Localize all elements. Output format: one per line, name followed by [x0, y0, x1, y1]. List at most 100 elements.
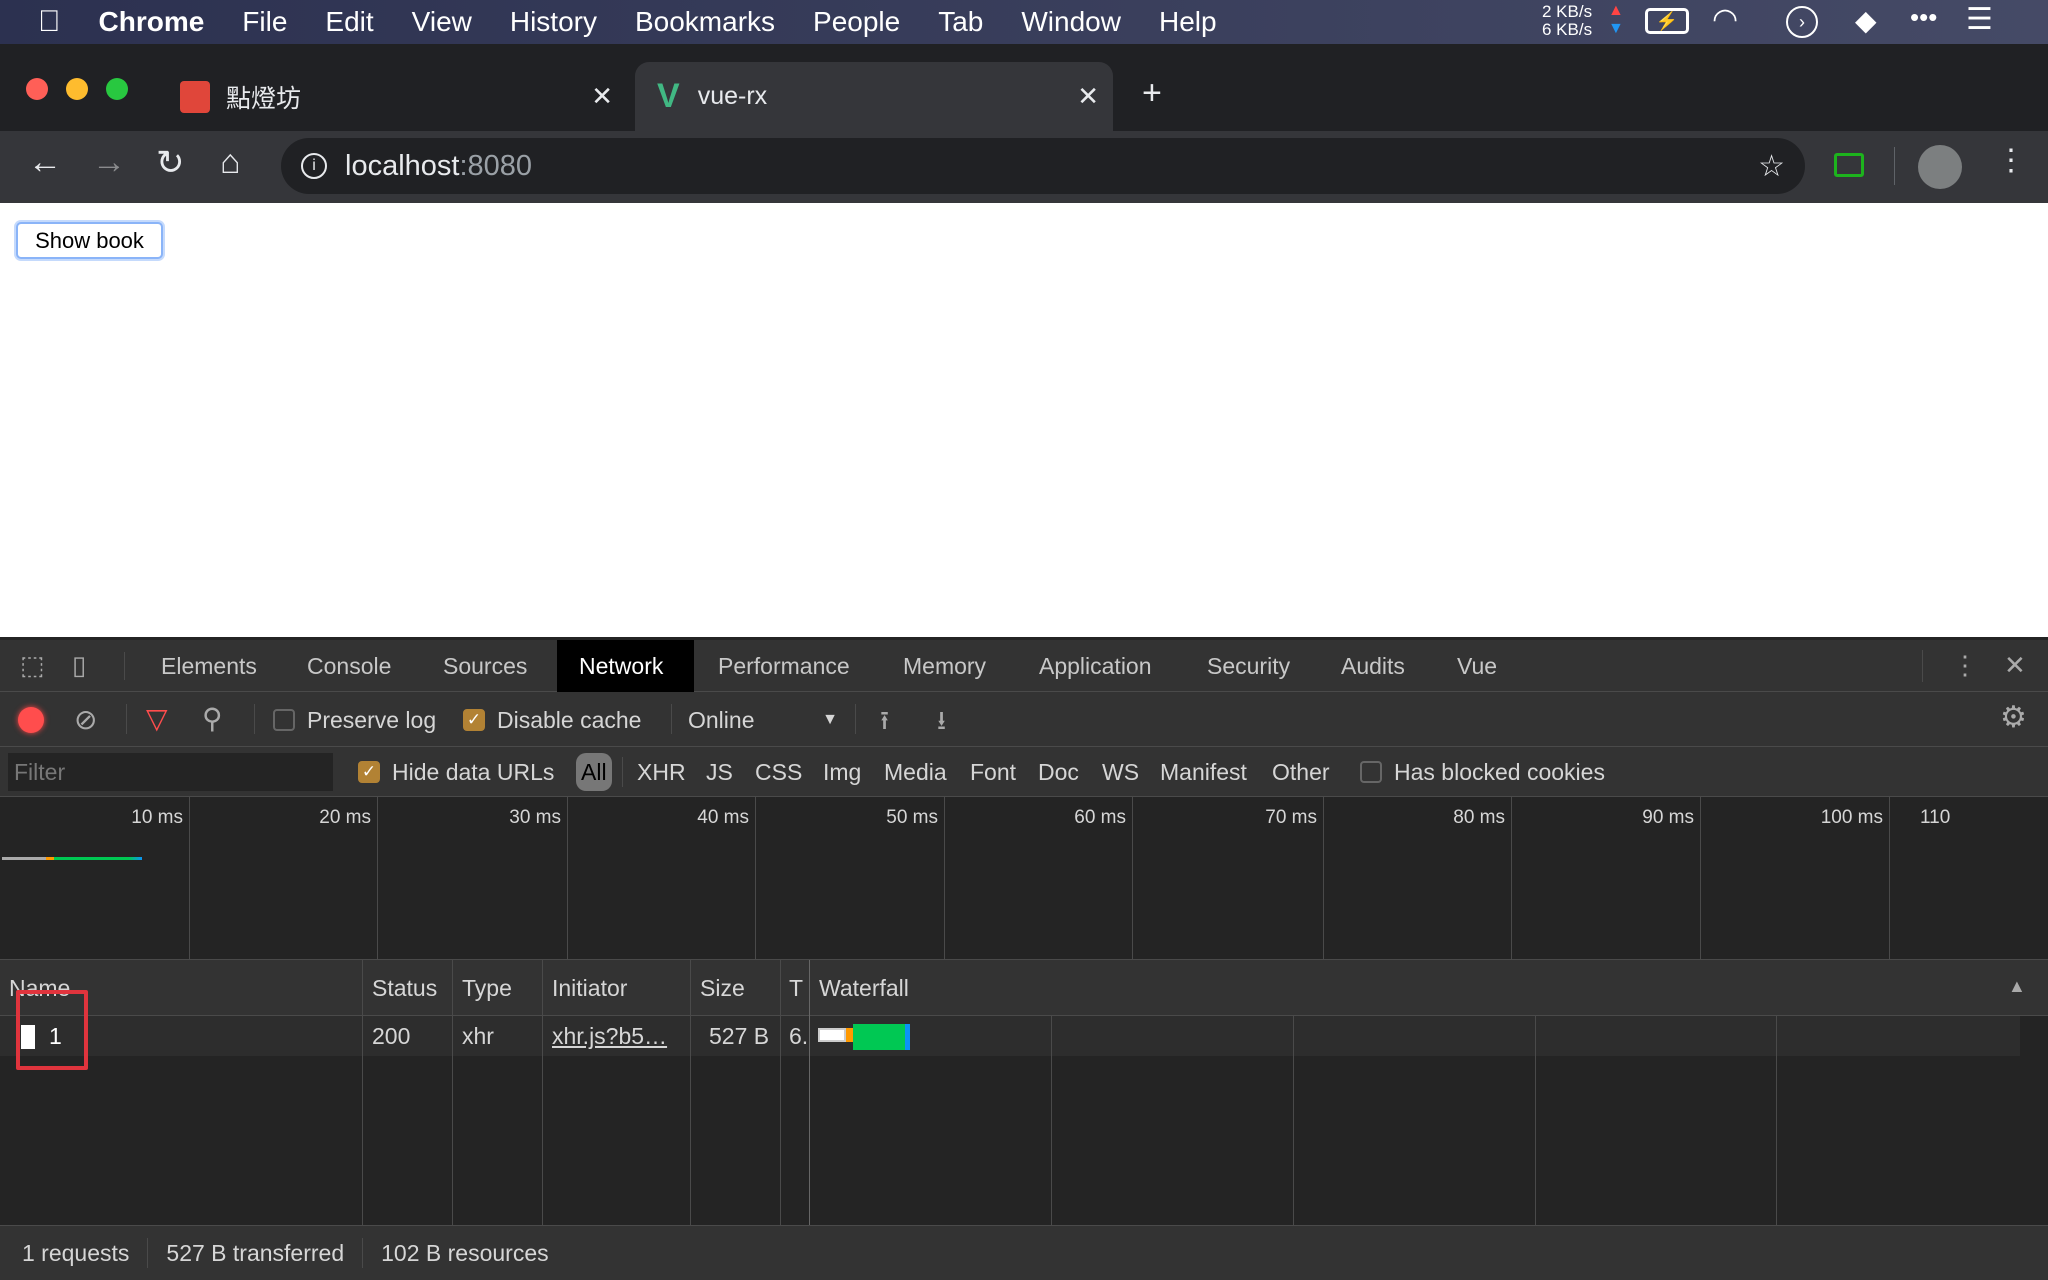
highlight-annotation-box	[16, 990, 88, 1070]
new-tab-button[interactable]: +	[1142, 74, 1162, 113]
network-speed: 2 KB/s 6 KB/s	[1542, 3, 1592, 39]
more-dots-icon[interactable]: •••	[1910, 2, 1937, 33]
close-tab-icon[interactable]: ✕	[1077, 81, 1099, 112]
col-initiator[interactable]: Initiator	[543, 960, 627, 1016]
maximize-window-button[interactable]	[106, 78, 128, 100]
tab-network[interactable]: Network	[557, 640, 694, 692]
clear-icon[interactable]: ⊘	[74, 703, 97, 736]
col-waterfall[interactable]: Waterfall	[810, 960, 909, 1016]
filter-type-other[interactable]: Other	[1272, 747, 1330, 797]
tab-performance[interactable]: Performance	[696, 640, 872, 692]
tick-label: 50 ms	[886, 807, 938, 828]
tick-label: 80 ms	[1453, 807, 1505, 828]
has-blocked-cookies-box[interactable]	[1360, 761, 1382, 783]
close-tab-icon[interactable]: ✕	[591, 81, 613, 112]
tick-label: 70 ms	[1265, 807, 1317, 828]
preserve-log-label: Preserve log	[307, 706, 437, 733]
inspect-element-icon[interactable]: ⬚	[20, 650, 45, 681]
settings-gear-icon[interactable]: ⚙	[2000, 700, 2027, 735]
col-type[interactable]: Type	[453, 960, 512, 1016]
tick-label: 90 ms	[1642, 807, 1694, 828]
apple-icon[interactable]: 	[38, 5, 61, 39]
chrome-menu-icon[interactable]: ⋮	[1996, 143, 2026, 178]
tab-sources[interactable]: Sources	[421, 640, 549, 692]
tab-memory[interactable]: Memory	[881, 640, 1008, 692]
filter-input[interactable]: Filter	[8, 753, 333, 791]
notification-list-icon[interactable]: ☰	[1966, 2, 1993, 37]
tick-label: 20 ms	[319, 807, 371, 828]
menu-help[interactable]: Help	[1159, 6, 1217, 38]
tab-vue-rx[interactable]: V vue-rx ✕	[635, 62, 1113, 131]
app-status-icon[interactable]: ◆	[1855, 4, 1877, 37]
menu-tab[interactable]: Tab	[938, 6, 983, 38]
disable-cache-box[interactable]: ✓	[463, 709, 485, 731]
menu-bookmarks[interactable]: Bookmarks	[635, 6, 775, 38]
filter-type-all[interactable]: All	[576, 753, 612, 791]
menu-file[interactable]: File	[242, 6, 287, 38]
row-initiator-link[interactable]: xhr.js?b5…	[543, 1017, 667, 1056]
filter-type-img[interactable]: Img	[823, 747, 861, 797]
tab-application[interactable]: Application	[1017, 640, 1174, 692]
minimize-window-button[interactable]	[66, 78, 88, 100]
preserve-log-checkbox[interactable]: Preserve log	[273, 695, 436, 745]
record-button[interactable]	[18, 707, 44, 733]
col-status[interactable]: Status	[363, 960, 437, 1016]
menu-chrome[interactable]: Chrome	[99, 6, 205, 38]
battery-icon[interactable]: ⚡	[1645, 8, 1689, 34]
show-book-button[interactable]: Show book	[16, 222, 163, 259]
status-circle-icon[interactable]: ›	[1786, 6, 1818, 38]
throttling-select[interactable]: Online ▼	[688, 695, 838, 745]
resources-size: 102 B resources	[381, 1239, 549, 1266]
filter-type-js[interactable]: JS	[706, 747, 733, 797]
close-window-button[interactable]	[26, 78, 48, 100]
filter-type-ws[interactable]: WS	[1102, 747, 1139, 797]
filter-type-manifest[interactable]: Manifest	[1160, 747, 1247, 797]
wifi-icon[interactable]: ◠	[1712, 2, 1738, 37]
dropdown-arrow-icon: ▼	[822, 711, 838, 728]
waterfall-waiting-bar	[853, 1024, 905, 1050]
devtools-menu-icon[interactable]: ⋮	[1952, 650, 1978, 681]
home-icon[interactable]: ⌂	[220, 143, 241, 182]
tab-console[interactable]: Console	[285, 640, 413, 692]
network-overview[interactable]: 10 ms 20 ms 30 ms 40 ms 50 ms 60 ms 70 m…	[0, 797, 2048, 960]
filter-type-css[interactable]: CSS	[755, 747, 802, 797]
filter-type-xhr[interactable]: XHR	[637, 747, 686, 797]
device-toolbar-icon[interactable]: ▯	[72, 650, 86, 681]
tab-vue[interactable]: Vue	[1435, 640, 1519, 692]
hide-data-urls-checkbox[interactable]: ✓ Hide data URLs	[358, 747, 554, 797]
disable-cache-checkbox[interactable]: ✓ Disable cache	[463, 695, 641, 745]
address-bar[interactable]: i localhost:8080 ☆	[281, 138, 1805, 194]
filter-type-media[interactable]: Media	[884, 747, 947, 797]
sort-ascending-icon[interactable]: ▲	[2008, 976, 2026, 997]
tab-security[interactable]: Security	[1185, 640, 1312, 692]
menu-history[interactable]: History	[510, 6, 597, 38]
tab-dianaden[interactable]: 點燈坊 ✕	[170, 62, 627, 131]
has-blocked-cookies-checkbox[interactable]: Has blocked cookies	[1360, 747, 1605, 797]
forward-icon[interactable]: →	[92, 143, 126, 182]
back-icon[interactable]: ←	[28, 143, 62, 182]
export-har-icon[interactable]: ⭳	[937, 702, 946, 746]
filter-icon[interactable]: ▽	[146, 702, 168, 735]
col-time[interactable]: T	[781, 960, 803, 1016]
reload-icon[interactable]: ↻	[156, 143, 185, 183]
menu-edit[interactable]: Edit	[325, 6, 373, 38]
extension-tv-icon[interactable]	[1834, 153, 1864, 177]
hide-data-urls-box[interactable]: ✓	[358, 761, 380, 783]
import-har-icon[interactable]: ⭱	[880, 702, 889, 746]
filter-type-doc[interactable]: Doc	[1038, 747, 1079, 797]
search-icon[interactable]: ⚲	[202, 702, 223, 735]
preserve-log-box[interactable]	[273, 709, 295, 731]
profile-avatar[interactable]	[1918, 145, 1962, 189]
tab-elements[interactable]: Elements	[139, 640, 279, 692]
table-row[interactable]	[0, 1016, 2020, 1056]
menu-people[interactable]: People	[813, 6, 900, 38]
waterfall-queued-bar	[818, 1028, 846, 1042]
tab-audits[interactable]: Audits	[1319, 640, 1427, 692]
close-devtools-icon[interactable]: ✕	[2004, 650, 2026, 681]
info-icon[interactable]: i	[301, 153, 327, 179]
menu-view[interactable]: View	[412, 6, 472, 38]
bookmark-star-icon[interactable]: ☆	[1758, 149, 1785, 184]
col-size[interactable]: Size	[691, 960, 745, 1016]
filter-type-font[interactable]: Font	[970, 747, 1016, 797]
menu-window[interactable]: Window	[1021, 6, 1121, 38]
